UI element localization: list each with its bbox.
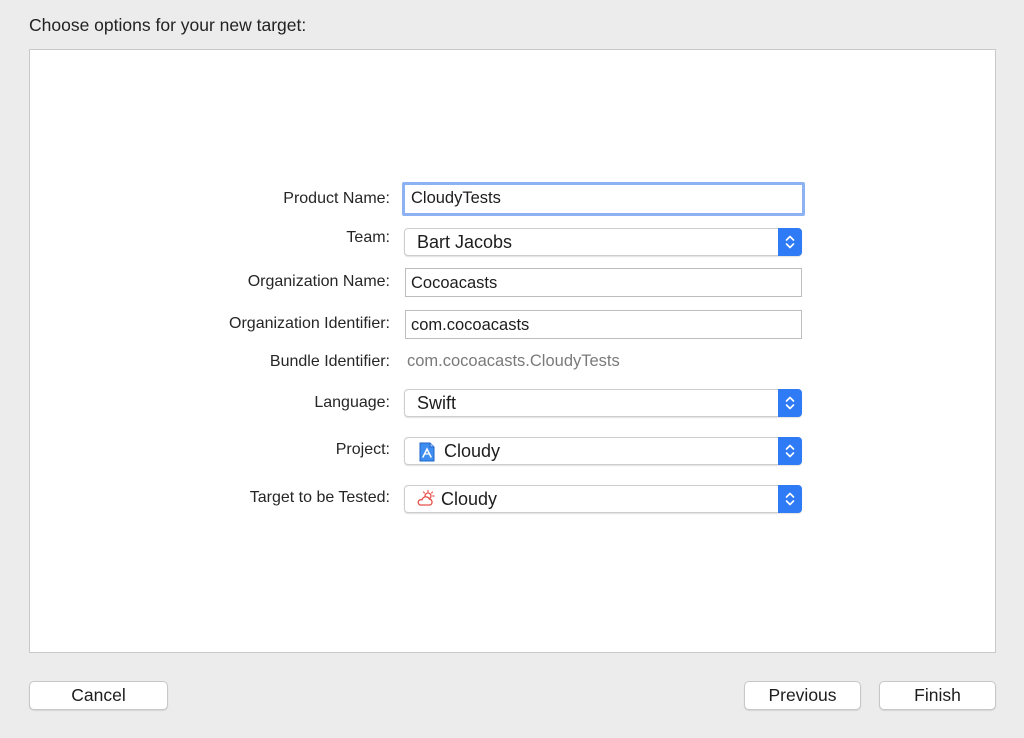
- cloud-sun-app-icon: [416, 489, 435, 509]
- language-label: Language:: [314, 394, 390, 411]
- chevron-up-down-icon: [785, 492, 795, 506]
- project-row: Project:: [90, 436, 390, 464]
- organization-name-label: Organization Name:: [247, 273, 390, 290]
- chevron-up-down-icon: [785, 444, 795, 458]
- target-to-be-tested-row: Target to be Tested:: [90, 484, 390, 512]
- team-label: Team:: [346, 229, 390, 246]
- organization-identifier-label: Organization Identifier:: [229, 315, 390, 332]
- finish-button[interactable]: Finish: [879, 681, 996, 710]
- language-popup[interactable]: Swift: [404, 389, 802, 417]
- target-to-be-tested-label: Target to be Tested:: [249, 489, 390, 506]
- bundle-identifier-label: Bundle Identifier:: [269, 353, 390, 370]
- team-popup[interactable]: Bart Jacobs: [404, 228, 802, 256]
- project-popup[interactable]: Cloudy: [404, 437, 802, 465]
- organization-identifier-field[interactable]: com.cocoacasts: [405, 310, 802, 339]
- language-popup-stepper[interactable]: [778, 389, 802, 417]
- team-popup-value: Bart Jacobs: [417, 232, 513, 252]
- language-popup-value: Swift: [417, 393, 457, 413]
- bundle-identifier-value: com.cocoacasts.CloudyTests: [407, 352, 620, 370]
- team-row: Team:: [90, 224, 390, 252]
- language-row: Language:: [90, 389, 390, 417]
- chevron-up-down-icon: [785, 235, 795, 249]
- product-name-field[interactable]: CloudyTests: [402, 182, 805, 216]
- target-to-be-tested-popup-value: Cloudy: [441, 489, 498, 509]
- product-name-row: Product Name:: [90, 185, 390, 213]
- organization-identifier-row: Organization Identifier:: [90, 310, 390, 338]
- previous-button[interactable]: Previous: [744, 681, 861, 710]
- bundle-identifier-row: Bundle Identifier:: [90, 348, 390, 376]
- organization-name-field[interactable]: Cocoacasts: [405, 268, 802, 297]
- cancel-button[interactable]: Cancel: [29, 681, 168, 710]
- target-to-be-tested-popup-stepper[interactable]: [778, 485, 802, 513]
- target-to-be-tested-popup[interactable]: Cloudy: [404, 485, 802, 513]
- team-popup-stepper[interactable]: [778, 228, 802, 256]
- xcode-project-icon: [418, 442, 436, 462]
- new-target-options-sheet: Choose options for your new target: Prod…: [0, 0, 1024, 738]
- project-label: Project:: [335, 441, 390, 458]
- project-popup-stepper[interactable]: [778, 437, 802, 465]
- organization-name-row: Organization Name:: [90, 268, 390, 296]
- chevron-up-down-icon: [785, 396, 795, 410]
- project-popup-value: Cloudy: [444, 441, 501, 461]
- product-name-label: Product Name:: [283, 190, 390, 207]
- sheet-heading: Choose options for your new target:: [29, 15, 307, 35]
